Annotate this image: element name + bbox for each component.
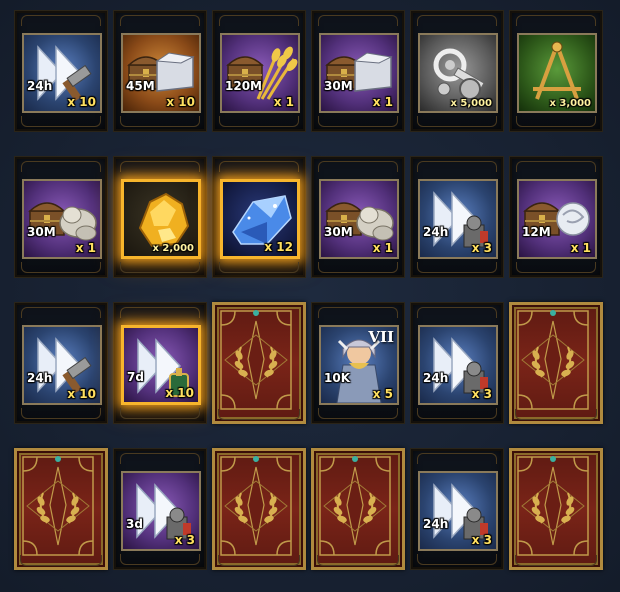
card-back[interactable]	[14, 448, 108, 570]
reward-slot[interactable]: x 12	[212, 156, 306, 278]
item-amount-label: 24h	[27, 371, 53, 385]
card-back[interactable]	[509, 302, 603, 424]
item-amount-label: 24h	[423, 517, 449, 531]
item-amount-label: 45M	[126, 79, 155, 93]
item-quantity: x 3	[471, 387, 492, 401]
card-back[interactable]	[311, 448, 405, 570]
reward-item[interactable]: 45M x 10	[121, 33, 201, 113]
hidden-card-slot[interactable]	[212, 448, 306, 570]
item-amount-label: 24h	[423, 371, 449, 385]
reward-item[interactable]: 24h x 10	[22, 33, 102, 113]
item-amount-label: 3d	[126, 517, 143, 531]
item-quantity: x 5,000	[450, 98, 492, 109]
reward-item[interactable]: 30M x 1	[319, 179, 399, 259]
reward-item[interactable]: x 12	[220, 179, 300, 259]
item-quantity: x 3	[174, 533, 195, 547]
reward-item[interactable]: 30M x 1	[22, 179, 102, 259]
item-quantity: x 3	[471, 533, 492, 547]
reward-item[interactable]: x 2,000	[121, 179, 201, 259]
item-quantity: x 1	[75, 241, 96, 255]
reward-slot[interactable]: 24h x 3	[410, 302, 504, 424]
hidden-card-slot[interactable]	[509, 302, 603, 424]
item-quantity: x 1	[372, 241, 393, 255]
reward-item[interactable]: x 5,000	[418, 33, 498, 113]
reward-slot[interactable]: 24h x 10	[14, 302, 108, 424]
item-amount-label: 7d	[127, 370, 144, 384]
card-back[interactable]	[212, 448, 306, 570]
reward-slot[interactable]: 120M x 1	[212, 10, 306, 132]
card-back[interactable]	[212, 302, 306, 424]
item-quantity: x 10	[165, 386, 194, 400]
reward-item[interactable]: 3d x 3	[121, 471, 201, 551]
item-amount-label: 10K	[324, 371, 350, 385]
reward-item[interactable]: 30M x 1	[319, 33, 399, 113]
item-quantity: x 1	[570, 241, 591, 255]
item-amount-label: 120M	[225, 79, 262, 93]
hidden-card-slot[interactable]	[311, 448, 405, 570]
reward-item[interactable]: x 3,000	[517, 33, 597, 113]
item-amount-label: 30M	[324, 225, 353, 239]
card-back-emblem	[220, 456, 292, 556]
item-amount-label: 30M	[324, 79, 353, 93]
reward-slot[interactable]: 30M x 1	[311, 156, 405, 278]
item-quantity: x 5	[372, 387, 393, 401]
reward-slot[interactable]: x 5,000	[410, 10, 504, 132]
reward-slot[interactable]: 7d x 10	[113, 302, 207, 424]
card-back[interactable]	[509, 448, 603, 570]
reward-slot[interactable]: 24h x 10	[14, 10, 108, 132]
card-back-emblem	[517, 310, 589, 410]
reward-grid: 24h x 10 45M x 10 120M x 1 30M x 1 x 5,000 x 3,00…	[0, 0, 620, 592]
reward-slot[interactable]: x 2,000	[113, 156, 207, 278]
reward-slot[interactable]: x 3,000	[509, 10, 603, 132]
item-quantity: x 1	[273, 95, 294, 109]
rank-label: VII	[368, 328, 394, 346]
item-quantity: x 3,000	[549, 98, 591, 109]
reward-slot[interactable]: 3d x 3	[113, 448, 207, 570]
reward-slot[interactable]: 30M x 1	[14, 156, 108, 278]
item-amount-label: 12M	[522, 225, 551, 239]
item-quantity: x 1	[372, 95, 393, 109]
reward-item[interactable]: 12M x 1	[517, 179, 597, 259]
card-back-emblem	[319, 456, 391, 556]
item-amount-label: 24h	[423, 225, 449, 239]
reward-item[interactable]: 24h x 3	[418, 325, 498, 405]
hidden-card-slot[interactable]	[509, 448, 603, 570]
reward-item[interactable]: 24h x 10	[22, 325, 102, 405]
reward-slot[interactable]: 30M x 1	[311, 10, 405, 132]
reward-slot[interactable]: VII 10K x 5	[311, 302, 405, 424]
reward-slot[interactable]: 45M x 10	[113, 10, 207, 132]
reward-slot[interactable]: 24h x 3	[410, 156, 504, 278]
reward-slot[interactable]: 12M x 1	[509, 156, 603, 278]
hidden-card-slot[interactable]	[212, 302, 306, 424]
card-back-emblem	[22, 456, 94, 556]
hidden-card-slot[interactable]	[14, 448, 108, 570]
reward-item[interactable]: 120M x 1	[220, 33, 300, 113]
item-quantity: x 10	[67, 95, 96, 109]
item-quantity: x 2,000	[152, 243, 194, 254]
reward-slot[interactable]: 24h x 3	[410, 448, 504, 570]
item-amount-label: 24h	[27, 79, 53, 93]
item-quantity: x 10	[166, 95, 195, 109]
reward-item[interactable]: 24h x 3	[418, 471, 498, 551]
card-back-emblem	[517, 456, 589, 556]
item-amount-label: 30M	[27, 225, 56, 239]
reward-item[interactable]: 24h x 3	[418, 179, 498, 259]
item-quantity: x 10	[67, 387, 96, 401]
reward-item[interactable]: VII 10K x 5	[319, 325, 399, 405]
card-back-emblem	[220, 310, 292, 410]
reward-item[interactable]: 7d x 10	[121, 325, 201, 405]
item-quantity: x 12	[264, 240, 293, 254]
item-quantity: x 3	[471, 241, 492, 255]
